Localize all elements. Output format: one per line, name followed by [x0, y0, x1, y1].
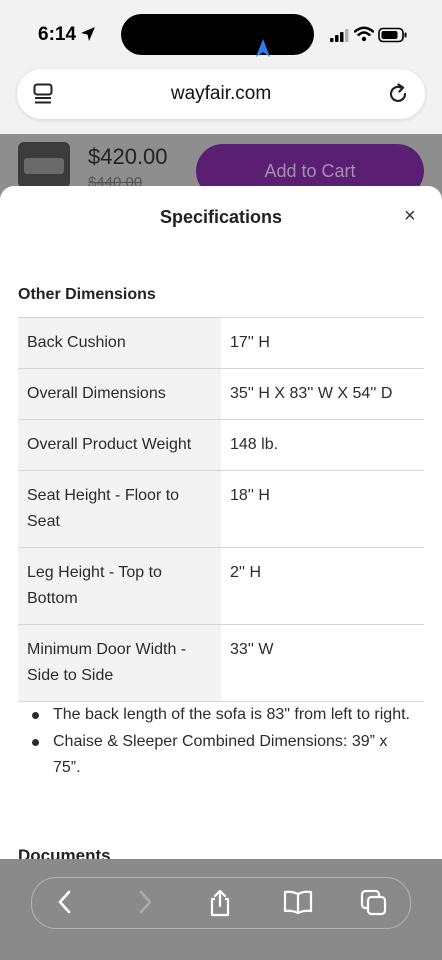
row-label: Minimum Door Width - Side to Side: [18, 624, 221, 702]
wifi-icon: [354, 26, 374, 42]
row-label: Overall Product Weight: [18, 419, 221, 471]
table-row: Leg Height - Top to Bottom 2'' H: [18, 547, 424, 625]
row-label: Leg Height - Top to Bottom: [18, 547, 221, 625]
address-bar[interactable]: wayfair.com: [17, 69, 425, 119]
tabs-icon[interactable]: [360, 889, 388, 917]
notes-list: The back length of the sofa is 83" from …: [30, 702, 410, 782]
table-row: Overall Product Weight 148 lb.: [18, 419, 424, 471]
bookmarks-icon[interactable]: [283, 889, 313, 915]
sheet-title: Specifications: [159, 207, 283, 227]
close-button[interactable]: ×: [404, 206, 416, 226]
row-value: 2'' H: [221, 547, 424, 625]
forward-arrow-icon[interactable]: [135, 889, 155, 915]
product-summary-bar: $420.00 $440.00 Add to Cart: [0, 134, 442, 198]
row-value: 33'' W: [221, 624, 424, 702]
browser-toolbar: [0, 859, 442, 960]
table-row: Back Cushion 17'' H: [18, 317, 424, 369]
browser-address-area: wayfair.com: [0, 66, 442, 134]
list-item: The back length of the sofa is 83" from …: [30, 702, 410, 728]
row-value: 18'' H: [221, 470, 424, 548]
back-arrow-icon[interactable]: [55, 889, 75, 915]
row-value: 35'' H X 83'' W X 54'' D: [221, 368, 424, 420]
cellular-signal-icon: [330, 29, 349, 42]
navigation-arrow-icon: [256, 39, 270, 57]
product-price: $420.00: [88, 144, 168, 169]
dynamic-island: [121, 14, 314, 57]
row-value: 148 lb.: [221, 419, 424, 471]
row-label: Back Cushion: [18, 317, 221, 369]
documents-heading: Documents: [18, 846, 111, 859]
row-label: Seat Height - Floor to Seat: [18, 470, 221, 548]
specifications-sheet: Specifications × Other Dimensions Back C…: [0, 186, 442, 859]
product-thumbnail[interactable]: [18, 142, 70, 188]
url-text[interactable]: wayfair.com: [17, 83, 425, 105]
share-icon[interactable]: [207, 889, 233, 917]
section-title: Other Dimensions: [18, 286, 156, 303]
table-row: Seat Height - Floor to Seat 18'' H: [18, 470, 424, 548]
table-row: Minimum Door Width - Side to Side 33'' W: [18, 624, 424, 702]
status-time: 6:14: [38, 24, 77, 45]
reload-icon[interactable]: [387, 83, 409, 105]
battery-icon: [378, 27, 407, 43]
row-label: Overall Dimensions: [18, 368, 221, 420]
row-value: 17'' H: [221, 317, 424, 369]
table-row: Overall Dimensions 35'' H X 83'' W X 54'…: [18, 368, 424, 420]
location-arrow-icon: [81, 27, 95, 41]
dimensions-table: Back Cushion 17'' H Overall Dimensions 3…: [18, 317, 424, 702]
status-bar: 6:14: [0, 0, 442, 66]
list-item: Chaise & Sleeper Combined Dimensions: 39…: [30, 729, 410, 781]
